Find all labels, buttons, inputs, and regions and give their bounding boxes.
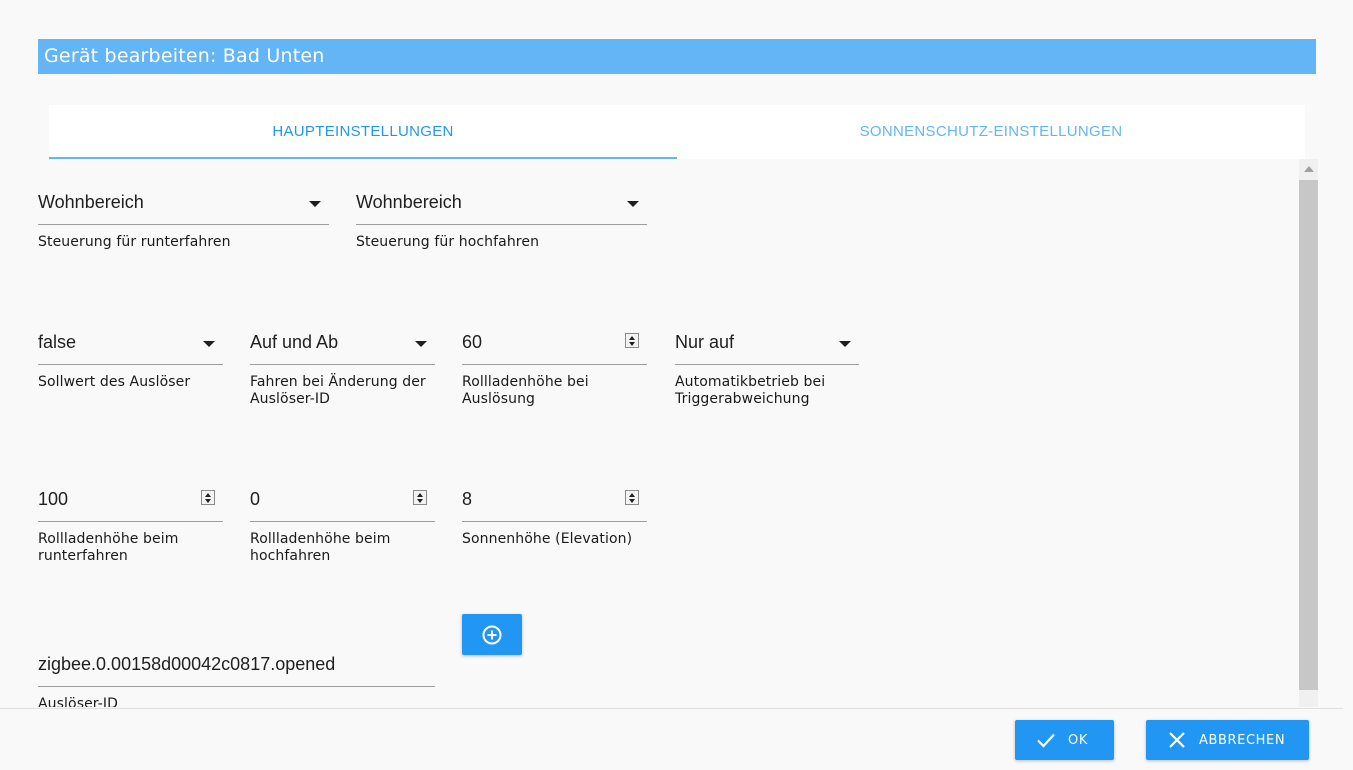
control-down-select[interactable]: Wohnbereich Steuerung für runterfahren	[38, 184, 329, 251]
dropdown-arrow-icon[interactable]	[203, 341, 215, 347]
auto-mode-label: Automatikbetrieb bei Triggerabweichung	[675, 374, 826, 407]
auto-mode-value: Nur auf	[675, 332, 735, 352]
auto-mode-select[interactable]: Nur auf Automatikbetrieb bei Triggerabwe…	[675, 324, 859, 408]
trigger-change-drive-value: Auf und Ab	[250, 332, 339, 352]
ok-button[interactable]: OK	[1015, 720, 1114, 760]
tab-bar: HAUPTEINSTELLUNGEN SONNENSCHUTZ-EINSTELL…	[49, 105, 1305, 159]
scroll-up-icon[interactable]	[1299, 159, 1318, 179]
number-spinner-icon[interactable]	[625, 333, 639, 348]
vertical-scrollbar[interactable]	[1299, 159, 1318, 707]
trigger-height-label: Rollladenhöhe bei Auslösung	[462, 374, 589, 407]
height-up-value: 0	[250, 489, 261, 509]
trigger-setpoint-label: Sollwert des Auslöser	[38, 374, 191, 390]
cancel-label: ABBRECHEN	[1199, 732, 1286, 748]
sun-elevation-label: Sonnenhöhe (Elevation)	[462, 531, 633, 547]
cancel-button[interactable]: ABBRECHEN	[1146, 720, 1309, 760]
trigger-id-value: zigbee.0.00158d00042c0817.opened	[38, 654, 336, 674]
height-down-input[interactable]: 100 Rollladenhöhe beim runterfahren	[38, 481, 223, 565]
control-up-select[interactable]: Wohnbereich Steuerung für hochfahren	[356, 184, 647, 251]
trigger-id-label: Auslöser-ID	[38, 696, 119, 707]
add-trigger-button[interactable]	[462, 614, 522, 655]
trigger-height-input[interactable]: 60 Rollladenhöhe bei Auslösung	[462, 324, 647, 408]
height-up-input[interactable]: 0 Rollladenhöhe beim hochfahren	[250, 481, 435, 565]
height-up-label: Rollladenhöhe beim hochfahren	[250, 531, 391, 564]
footer-divider	[0, 708, 1343, 709]
trigger-setpoint-select[interactable]: false Sollwert des Auslöser	[38, 324, 223, 391]
control-down-value: Wohnbereich	[38, 192, 144, 212]
trigger-change-drive-select[interactable]: Auf und Ab Fahren bei Änderung der Auslö…	[250, 324, 435, 408]
number-spinner-icon[interactable]	[413, 490, 427, 505]
dropdown-arrow-icon[interactable]	[627, 201, 639, 207]
trigger-setpoint-value: false	[38, 332, 77, 352]
height-down-label: Rollladenhöhe beim runterfahren	[38, 531, 179, 564]
trigger-height-value: 60	[462, 332, 483, 352]
tab-sun-protection-settings[interactable]: SONNENSCHUTZ-EINSTELLUNGEN	[677, 105, 1305, 159]
control-up-value: Wohnbereich	[356, 192, 462, 212]
control-up-label: Steuerung für hochfahren	[356, 234, 540, 250]
dialog-title: Gerät bearbeiten: Bad Unten	[38, 39, 1316, 74]
trigger-id-input[interactable]: zigbee.0.00158d00042c0817.opened Auslöse…	[38, 646, 435, 707]
dropdown-arrow-icon[interactable]	[309, 201, 321, 207]
plus-circle-icon	[482, 625, 502, 644]
number-spinner-icon[interactable]	[201, 490, 215, 505]
ok-label: OK	[1068, 732, 1088, 748]
number-spinner-icon[interactable]	[625, 490, 639, 505]
trigger-change-drive-label: Fahren bei Änderung der Auslöser-ID	[250, 374, 426, 407]
check-icon	[1037, 733, 1055, 748]
sun-elevation-value: 8	[462, 489, 473, 509]
control-down-label: Steuerung für runterfahren	[38, 234, 231, 250]
close-icon	[1169, 732, 1185, 748]
dropdown-arrow-icon[interactable]	[415, 341, 427, 347]
settings-form: Wohnbereich Steuerung für runterfahren W…	[0, 159, 1353, 707]
scrollbar-thumb[interactable]	[1299, 180, 1318, 690]
dropdown-arrow-icon[interactable]	[839, 341, 851, 347]
tab-main-settings[interactable]: HAUPTEINSTELLUNGEN	[49, 105, 677, 159]
sun-elevation-input[interactable]: 8 Sonnenhöhe (Elevation)	[462, 481, 647, 548]
height-down-value: 100	[38, 489, 69, 509]
